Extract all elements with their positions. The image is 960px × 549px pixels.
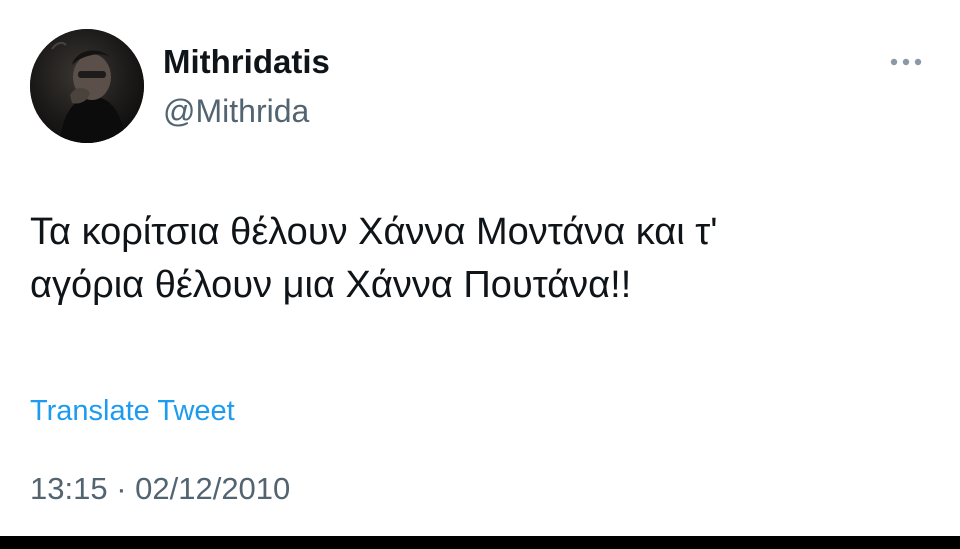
profile-photo-icon — [30, 29, 144, 143]
tweet-card: Mithridatis @Mithrida Τα κορίτσια θέλουν… — [0, 0, 960, 549]
translate-tweet-link[interactable]: Translate Tweet — [30, 393, 235, 429]
tweet-text: Τα κορίτσια θέλουν Χάννα Μοντάνα και τ' … — [30, 211, 718, 306]
bottom-edge-bar — [0, 536, 960, 549]
avatar[interactable] — [30, 29, 144, 143]
more-options-button[interactable] — [884, 50, 928, 74]
tweet-timestamp[interactable]: 13:15 · 02/12/2010 — [30, 469, 290, 509]
author-handle[interactable]: @Mithrida — [163, 91, 309, 131]
more-dots-icon — [890, 58, 922, 66]
author-display-name[interactable]: Mithridatis — [163, 42, 330, 82]
